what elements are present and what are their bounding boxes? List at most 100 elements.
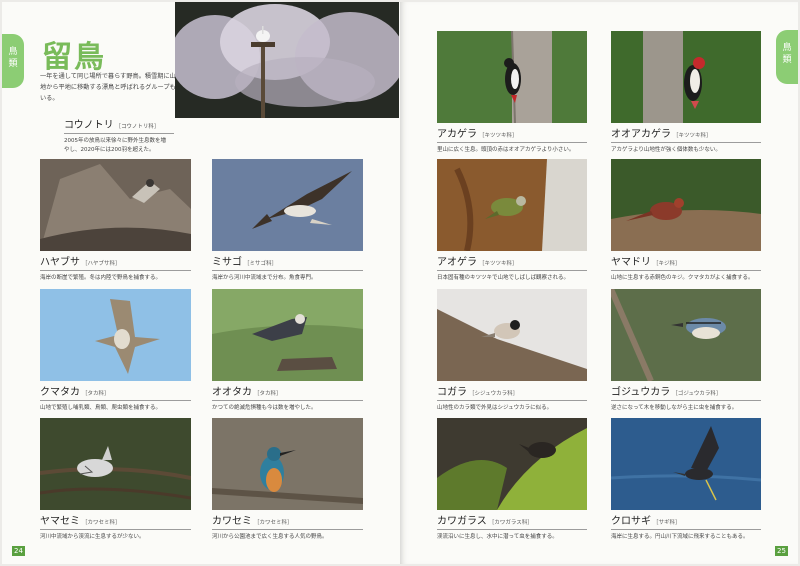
bird-description: 海岸に生息する。円山川下流域に飛来することもある。 xyxy=(611,534,749,540)
page-number: 24 xyxy=(12,546,25,556)
section-title: 留鳥 xyxy=(42,40,106,75)
caption-rule xyxy=(212,400,363,401)
bird-name: ハヤブサ xyxy=(40,257,80,268)
caption-rule xyxy=(437,270,587,271)
caption-rule xyxy=(212,529,363,530)
photo-gojuukara xyxy=(611,289,761,381)
caption-rule xyxy=(437,529,587,530)
caption-rule xyxy=(212,270,363,271)
tab-char: 鳥 xyxy=(8,47,18,57)
bird-name: ヤマセミ xyxy=(40,516,80,527)
bird-description: 2005年の放鳥以来徐々に野外生息数を増やし、2020年には200羽を超えた。 xyxy=(64,138,166,153)
bird-description: 逆さになって木を移動しながら主に虫を捕食する。 xyxy=(611,405,738,411)
caption-rule xyxy=(611,529,761,530)
bird-name: オオアカゲラ xyxy=(611,129,671,140)
bird-description: 日本固有種のキツツキで山地でしばしば観察される。 xyxy=(437,275,570,281)
bird-description: 山地に生息する赤銅色のキジ。クマタカがよく捕食する。 xyxy=(611,275,754,281)
caption-yamadori: ヤマドリ ［キジ科］ 山地に生息する赤銅色のキジ。クマタカがよく捕食する。 xyxy=(611,253,761,283)
bird-family: ［ミサゴ科］ xyxy=(244,261,278,267)
bird-description: 山地で繁殖し哺乳類、鳥類、爬虫類を捕食する。 xyxy=(40,405,162,411)
tab-char: 鳥 xyxy=(782,43,792,53)
right-page: 鳥 類 アカゲラ ［キツツキ科］ 里山に広く生息。頭頂の赤はオオアカゲラより小さい… xyxy=(400,2,798,564)
section-tab-left: 鳥 類 xyxy=(2,34,24,88)
caption-kogara: コガラ ［シジュウカラ科］ 山地性のカラ類で外見はシジュウカラに似る。 xyxy=(437,383,587,413)
caption-ooakagera: オオアカゲラ ［キツツキ科］ アカゲラより山地性が強く個体数も少ない。 xyxy=(611,125,761,155)
caption-rule xyxy=(611,142,761,143)
bird-description: 渓流沿いに生息し、水中に潜って虫を捕食する。 xyxy=(437,534,558,540)
bird-family: ［カワセミ科］ xyxy=(82,520,121,526)
photo-akagera xyxy=(437,31,587,123)
bird-name: カワガラス xyxy=(437,516,487,527)
bird-family: ［サギ科］ xyxy=(653,520,681,526)
bird-family: ［キツツキ科］ xyxy=(479,261,518,267)
bird-family: ［コウノトリ科］ xyxy=(115,124,160,130)
caption-rule xyxy=(64,133,174,134)
photo-kawagarasu xyxy=(437,418,587,510)
bird-family: ［キツツキ科］ xyxy=(673,133,712,139)
bird-name: オオタカ xyxy=(212,387,252,398)
bird-name: ゴジュウカラ xyxy=(611,387,671,398)
caption-misago: ミサゴ ［ミサゴ科］ 海岸から河川中流域まで分布。魚食専門。 xyxy=(212,253,363,283)
bird-family: ［キジ科］ xyxy=(653,261,681,267)
section-tab-right: 鳥 類 xyxy=(776,30,798,84)
caption-rule xyxy=(437,142,587,143)
bird-description: アカゲラより山地性が強く個体数も少ない。 xyxy=(611,147,721,153)
left-page: 鳥 類 留鳥 一年を通して同じ場所で暮らす野鳥。積雪期に山地から平地に移動する漂… xyxy=(2,2,400,564)
bird-name: クロサギ xyxy=(611,516,651,527)
bird-description: 里山に広く生息。頭頂の赤はオオアカゲラより小さい。 xyxy=(437,147,575,153)
caption-yamasemi: ヤマセミ ［カワセミ科］ 河川中流域から渓流に生息するが少ない。 xyxy=(40,512,191,542)
photo-ootaka xyxy=(212,289,363,381)
bird-family: ［ゴジュウカラ科］ xyxy=(672,391,722,397)
featured-photo xyxy=(175,2,399,118)
caption-kawasemi: カワセミ ［カワセミ科］ 河川から公園池まで広く生息する人気の野鳥。 xyxy=(212,512,363,542)
photo-yamadori xyxy=(611,159,761,251)
bird-name: アオゲラ xyxy=(437,257,477,268)
featured-caption: コウノトリ ［コウノトリ科］ 2005年の放鳥以来徐々に野外生息数を増やし、20… xyxy=(64,116,174,155)
tab-char: 類 xyxy=(8,59,18,69)
photo-yamasemi xyxy=(40,418,191,510)
bird-name: コウノトリ xyxy=(64,120,114,131)
photo-misago xyxy=(212,159,363,251)
caption-rule xyxy=(40,529,191,530)
caption-aogera: アオゲラ ［キツツキ科］ 日本固有種のキツツキで山地でしばしば観察される。 xyxy=(437,253,587,283)
caption-gojuukara: ゴジュウカラ ［ゴジュウカラ科］ 逆さになって木を移動しながら主に虫を捕食する。 xyxy=(611,383,761,413)
section-intro: 一年を通して同じ場所で暮らす野鳥。積雪期に山地から平地に移動する漂鳥と呼ばれるグ… xyxy=(40,73,176,102)
bird-description: 河川から公園池まで広く生息する人気の野鳥。 xyxy=(212,534,328,540)
bird-name: アカゲラ xyxy=(437,129,477,140)
caption-ootaka: オオタカ ［タカ科］ かつての絶滅危惧種も今は数を増やした。 xyxy=(212,383,363,413)
caption-rule xyxy=(40,270,191,271)
bird-family: ［キツツキ科］ xyxy=(479,133,518,139)
caption-rule xyxy=(611,400,761,401)
photo-kurosagi xyxy=(611,418,761,510)
bird-name: コガラ xyxy=(437,387,467,398)
page-number: 25 xyxy=(775,546,788,556)
caption-hayabusa: ハヤブサ ［ハヤブサ科］ 海岸の断崖で繁殖。冬は内陸で野鳥を捕食する。 xyxy=(40,253,191,283)
bird-name: ミサゴ xyxy=(212,257,242,268)
bird-family: ［タカ科］ xyxy=(254,391,282,397)
bird-description: 河川中流域から渓流に生息するが少ない。 xyxy=(40,534,145,540)
caption-rule xyxy=(611,270,761,271)
tab-char: 類 xyxy=(782,55,792,65)
caption-kurosagi: クロサギ ［サギ科］ 海岸に生息する。円山川下流域に飛来することもある。 xyxy=(611,512,761,542)
photo-kogara xyxy=(437,289,587,381)
caption-rule xyxy=(437,400,587,401)
bird-name: ヤマドリ xyxy=(611,257,651,268)
bird-family: ［タカ科］ xyxy=(82,391,110,397)
bird-family: ［カワセミ科］ xyxy=(254,520,293,526)
caption-rule xyxy=(40,400,191,401)
bird-description: 山地性のカラ類で外見はシジュウカラに似る。 xyxy=(437,405,553,411)
photo-ooakagera xyxy=(611,31,761,123)
caption-kumataka: クマタカ ［タカ科］ 山地で繁殖し哺乳類、鳥類、爬虫類を捕食する。 xyxy=(40,383,191,413)
bird-family: ［ハヤブサ科］ xyxy=(82,261,121,267)
photo-kawasemi xyxy=(212,418,363,510)
caption-akagera: アカゲラ ［キツツキ科］ 里山に広く生息。頭頂の赤はオオアカゲラより小さい。 xyxy=(437,125,587,155)
caption-kawagarasu: カワガラス ［カワガラス科］ 渓流沿いに生息し、水中に潜って虫を捕食する。 xyxy=(437,512,587,542)
bird-description: 海岸から河川中流域まで分布。魚食専門。 xyxy=(212,275,317,281)
photo-kumataka xyxy=(40,289,191,381)
photo-hayabusa xyxy=(40,159,191,251)
bird-family: ［カワガラス科］ xyxy=(488,520,533,526)
bird-name: クマタカ xyxy=(40,387,80,398)
bird-description: 海岸の断崖で繁殖。冬は内陸で野鳥を捕食する。 xyxy=(40,275,162,281)
photo-aogera xyxy=(437,159,587,251)
bird-description: かつての絶滅危惧種も今は数を増やした。 xyxy=(212,405,317,411)
